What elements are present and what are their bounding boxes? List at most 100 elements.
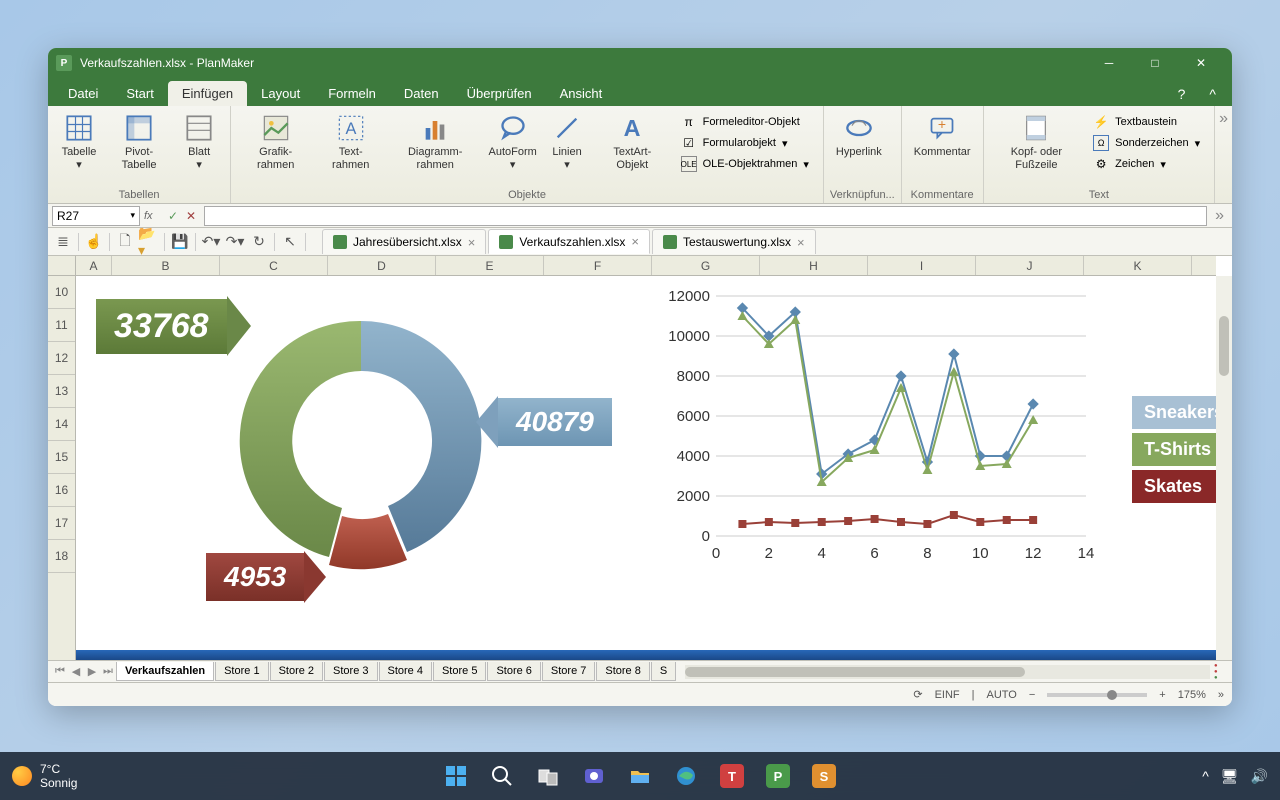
cell-reference-box[interactable]: R27▾ bbox=[52, 206, 140, 226]
zeichen-button[interactable]: ⚙Zeichen ▾ bbox=[1087, 154, 1206, 174]
sheet-tab[interactable]: Store 5 bbox=[433, 662, 486, 681]
tab-nav-last[interactable]: ⏭ bbox=[100, 665, 116, 678]
kommentar-button[interactable]: +Kommentar bbox=[908, 110, 977, 187]
chat-button[interactable] bbox=[574, 756, 614, 796]
new-button[interactable]: 🗋 bbox=[114, 231, 136, 253]
row-header[interactable]: 12 bbox=[48, 342, 75, 375]
formula-expand[interactable]: » bbox=[1211, 207, 1228, 225]
row-header[interactable]: 16 bbox=[48, 474, 75, 507]
zoom-in[interactable]: + bbox=[1159, 689, 1165, 701]
col-header[interactable]: A bbox=[76, 256, 112, 275]
open-button[interactable]: 📂▾ bbox=[138, 231, 160, 253]
weather-widget[interactable]: 7°CSonnig bbox=[12, 762, 77, 790]
network-icon[interactable]: 🖥 bbox=[1221, 768, 1239, 785]
formula-input[interactable] bbox=[204, 206, 1207, 226]
sonderzeichen-button[interactable]: ΩSonderzeichen ▾ bbox=[1087, 133, 1206, 153]
menu-daten[interactable]: Daten bbox=[390, 81, 453, 106]
insert-mode[interactable]: EINF bbox=[935, 689, 960, 701]
repeat-button[interactable]: ↻ bbox=[248, 231, 270, 253]
doc-tab-2[interactable]: Testauswertung.xlsx× bbox=[652, 229, 816, 254]
sheet-tab[interactable]: Store 2 bbox=[270, 662, 323, 681]
sheet-tab[interactable]: Store 7 bbox=[542, 662, 595, 681]
search-button[interactable] bbox=[482, 756, 522, 796]
menu-einfuegen[interactable]: Einfügen bbox=[168, 81, 247, 106]
maximize-button[interactable]: □ bbox=[1132, 48, 1178, 78]
col-header[interactable]: H bbox=[760, 256, 868, 275]
tab-nav-first[interactable]: ⏮ bbox=[52, 665, 68, 678]
collapse-ribbon-button[interactable]: ^ bbox=[1201, 82, 1224, 106]
presentations-button[interactable]: S bbox=[804, 756, 844, 796]
pivot-button[interactable]: Pivot- Tabelle bbox=[106, 110, 172, 187]
row-header[interactable]: 10 bbox=[48, 276, 75, 309]
col-header[interactable]: C bbox=[220, 256, 328, 275]
blatt-button[interactable]: Blatt▾ bbox=[174, 110, 224, 187]
doc-tab-1[interactable]: Verkaufszahlen.xlsx× bbox=[488, 229, 650, 254]
undo-button[interactable]: ↶▾ bbox=[200, 231, 222, 253]
menu-datei[interactable]: Datei bbox=[54, 81, 112, 106]
fx-button[interactable]: fx bbox=[144, 210, 164, 222]
formula-accept[interactable]: ✓ bbox=[168, 209, 182, 223]
row-header[interactable]: 11 bbox=[48, 309, 75, 342]
planmaker-button[interactable]: P bbox=[758, 756, 798, 796]
auto-mode[interactable]: AUTO bbox=[987, 689, 1017, 701]
textmaker-button[interactable]: T bbox=[712, 756, 752, 796]
grafikrahmen-button[interactable]: Grafik- rahmen bbox=[237, 110, 314, 187]
close-tab-icon[interactable]: × bbox=[468, 235, 476, 250]
autoform-button[interactable]: AutoForm▾ bbox=[485, 110, 540, 187]
vertical-scrollbar[interactable] bbox=[1216, 276, 1232, 660]
save-button[interactable]: 💾 bbox=[169, 231, 191, 253]
horizontal-scrollbar[interactable] bbox=[685, 665, 1210, 679]
col-header[interactable]: E bbox=[436, 256, 544, 275]
redo-button[interactable]: ↷▾ bbox=[224, 231, 246, 253]
sheet-tab[interactable]: Store 1 bbox=[215, 662, 268, 681]
col-header[interactable]: F bbox=[544, 256, 652, 275]
touch-mode-button[interactable]: ☝ bbox=[83, 231, 105, 253]
close-tab-icon[interactable]: × bbox=[797, 235, 805, 250]
close-tab-icon[interactable]: × bbox=[631, 234, 639, 249]
hyperlink-button[interactable]: Hyperlink bbox=[830, 110, 888, 187]
menu-ueberpruefen[interactable]: Überprüfen bbox=[453, 81, 546, 106]
statusbar-more[interactable]: » bbox=[1218, 689, 1224, 701]
tab-nav-next[interactable]: ▶ bbox=[84, 665, 100, 678]
sheet-tab[interactable]: Verkaufszahlen bbox=[116, 662, 214, 681]
diagrammrahmen-button[interactable]: Diagramm- rahmen bbox=[387, 110, 483, 187]
pointer-button[interactable]: ↖ bbox=[279, 231, 301, 253]
zoom-slider[interactable] bbox=[1047, 693, 1147, 697]
menu-layout[interactable]: Layout bbox=[247, 81, 314, 106]
sheet-tab[interactable]: Store 6 bbox=[487, 662, 540, 681]
ribbon-more-button[interactable]: » bbox=[1215, 106, 1232, 203]
col-header[interactable]: B bbox=[112, 256, 220, 275]
select-all-corner[interactable] bbox=[48, 256, 76, 276]
tray-expand-icon[interactable]: ^ bbox=[1202, 768, 1209, 784]
sheet-canvas[interactable]: 40879 33768 4953 02000400060008000100001… bbox=[76, 276, 1216, 660]
menu-start[interactable]: Start bbox=[112, 81, 167, 106]
col-header[interactable]: K bbox=[1084, 256, 1192, 275]
row-header[interactable]: 18 bbox=[48, 540, 75, 573]
tab-nav-prev[interactable]: ◀ bbox=[68, 665, 84, 678]
kopfzeile-button[interactable]: Kopf- oder Fußzeile bbox=[990, 110, 1084, 187]
row-header[interactable]: 15 bbox=[48, 441, 75, 474]
minimize-button[interactable]: ─ bbox=[1086, 48, 1132, 78]
ole-button[interactable]: OLEOLE-Objektrahmen ▾ bbox=[675, 154, 815, 174]
sheet-tab[interactable]: S bbox=[651, 662, 676, 681]
menu-ansicht[interactable]: Ansicht bbox=[546, 81, 617, 106]
row-header[interactable]: 17 bbox=[48, 507, 75, 540]
zoom-out[interactable]: − bbox=[1029, 689, 1035, 701]
col-header[interactable]: I bbox=[868, 256, 976, 275]
sheet-tab[interactable]: Store 4 bbox=[379, 662, 432, 681]
formeleditor-button[interactable]: πFormeleditor-Objekt bbox=[675, 112, 815, 132]
edge-button[interactable] bbox=[666, 756, 706, 796]
align-button[interactable]: ≣ bbox=[52, 231, 74, 253]
menu-formeln[interactable]: Formeln bbox=[314, 81, 390, 106]
row-header[interactable]: 14 bbox=[48, 408, 75, 441]
col-header[interactable]: D bbox=[328, 256, 436, 275]
row-header[interactable]: 13 bbox=[48, 375, 75, 408]
explorer-button[interactable] bbox=[620, 756, 660, 796]
close-button[interactable]: ✕ bbox=[1178, 48, 1224, 78]
textrahmen-button[interactable]: AText- rahmen bbox=[316, 110, 385, 187]
sync-icon[interactable]: ⟳ bbox=[913, 688, 922, 701]
volume-icon[interactable]: 🔊 bbox=[1251, 768, 1268, 785]
textart-button[interactable]: ATextArt- Objekt bbox=[594, 110, 671, 187]
col-header[interactable]: J bbox=[976, 256, 1084, 275]
formularobjekt-button[interactable]: ☑Formularobjekt ▾ bbox=[675, 133, 815, 153]
